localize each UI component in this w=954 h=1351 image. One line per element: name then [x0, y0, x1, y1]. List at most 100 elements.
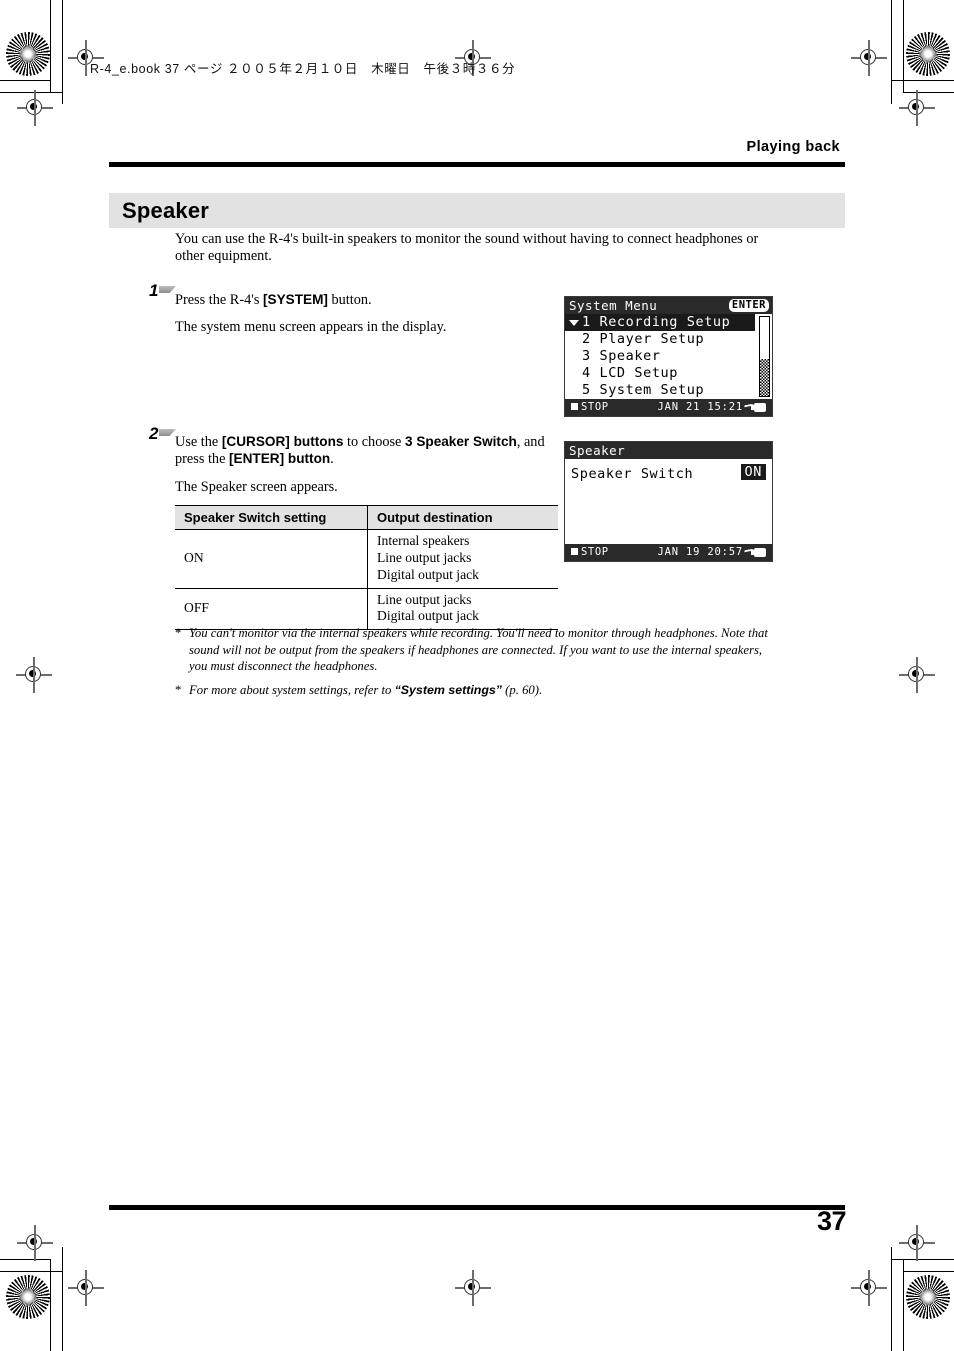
note-asterisk-icon: *	[175, 682, 182, 697]
color-target-bottom-right	[906, 1275, 950, 1319]
step-1-number: 1	[149, 281, 176, 301]
lcd-menu-item-1-num: 1	[582, 314, 591, 330]
table-cell-setting-on: ON	[175, 529, 368, 589]
crop-mark-tl-v2	[62, 0, 63, 104]
table-header-row: Speaker Switch setting Output destinatio…	[175, 505, 558, 530]
lcd-menu-item-4-label: LCD Setup	[599, 365, 679, 381]
lcd-menu-item-5-label: System Setup	[599, 382, 705, 398]
lcd-menu-item-5-num: 5	[582, 382, 591, 398]
step-1-text-a: Press the R-4's	[175, 292, 263, 308]
lcd-speaker-title: Speaker	[569, 443, 626, 458]
table-row: ON Internal speakers Line output jacks D…	[175, 529, 558, 589]
cursor-buttons-label: [CURSOR] buttons	[221, 434, 344, 449]
lcd-power-plug-icon	[744, 546, 769, 560]
lcd-menu-item-5[interactable]: 5 System Setup	[565, 382, 772, 399]
crop-mark-bl-v2	[62, 1247, 63, 1351]
table-cell-output-off: Line output jacks Digital output jack	[367, 588, 558, 631]
lcd-speaker-date: JAN 19	[657, 546, 701, 558]
lcd-speaker-screen: Speaker Speaker Switch ON STOP JAN 19 20…	[564, 441, 773, 562]
lcd-speaker-time: 20:57	[707, 546, 743, 558]
crop-mark-br-v1	[891, 1247, 892, 1351]
step-2-text-c: to choose	[343, 434, 405, 450]
note-asterisk-icon: *	[175, 626, 182, 640]
note-2-suffix: (p. 60).	[502, 682, 543, 697]
registration-mark-bl	[68, 1270, 104, 1306]
step-2-flag	[159, 429, 176, 436]
system-button-label: [SYSTEM]	[262, 292, 328, 307]
header-rule	[109, 162, 845, 167]
lcd-transport-status: STOP	[571, 399, 609, 416]
step-2-digit: 2	[149, 424, 159, 443]
page-number: 37	[816, 1206, 847, 1236]
lcd-menu-item-3[interactable]: 3 Speaker	[565, 348, 772, 365]
step-1-digit: 1	[149, 281, 159, 300]
registration-mark-bl-upper	[17, 1225, 53, 1261]
lcd-system-menu-list: 1 Recording Setup 2 Player Setup 3 Speak…	[565, 314, 772, 399]
lcd-system-menu-statusbar: STOP JAN 21 15:21	[565, 399, 772, 416]
registration-mark-tr-lower	[899, 90, 935, 126]
registration-mark-br	[851, 1270, 887, 1306]
step-1-line-1: Press the R-4's [SYSTEM] button.	[175, 292, 550, 309]
book-file-stamp: R-4_e.book 37 ページ ２００５年２月１０日 木曜日 午後３時３６分	[90, 62, 516, 76]
step-2-line-2: The Speaker screen appears.	[175, 478, 338, 495]
lcd-speaker-titlebar: Speaker	[565, 442, 772, 459]
lcd-speaker-transport-label: STOP	[581, 546, 609, 558]
registration-mark-tr	[851, 40, 887, 76]
lcd-speaker-switch-row[interactable]: Speaker Switch ON	[565, 459, 772, 487]
notes-block: * You can't monitor via the internal spe…	[175, 625, 780, 705]
lcd-datetime: JAN 21 15:21	[658, 399, 743, 416]
crop-mark-tr-v2	[903, 0, 904, 92]
output-line: Digital output jack	[377, 566, 479, 582]
note-item-1: * You can't monitor via the internal spe…	[175, 625, 780, 675]
step-1-text-c: button.	[327, 292, 372, 308]
speaker-switch-table: Speaker Switch setting Output destinatio…	[175, 505, 558, 631]
step-2-number: 2	[149, 424, 176, 444]
crop-mark-tr-v1	[891, 0, 892, 104]
footer-rule	[109, 1205, 845, 1210]
table-header-output: Output destination	[367, 505, 558, 530]
lcd-system-menu-titlebar: System Menu ENTER	[565, 297, 772, 314]
lcd-speaker-transport-status: STOP	[571, 544, 609, 561]
lcd-power-plug-icon	[744, 401, 769, 415]
crop-mark-br-h2	[903, 1271, 954, 1272]
intro-paragraph: You can use the R-4's built-in speakers …	[175, 231, 759, 265]
crop-mark-tl-h1	[0, 80, 50, 81]
note-2-prefix: For more about system settings, refer to	[189, 682, 395, 697]
lcd-scrollbar-thumb[interactable]	[760, 317, 769, 359]
lcd-speaker-switch-label: Speaker Switch	[571, 466, 694, 482]
note-item-2: * For more about system settings, refer …	[175, 682, 780, 699]
speaker-switch-menu-label: 3 Speaker Switch	[404, 434, 517, 449]
registration-mark-mid-right	[899, 657, 935, 693]
step-2-text-a: Use the	[175, 434, 222, 450]
lcd-date: JAN 21	[657, 401, 701, 413]
lcd-menu-item-3-num: 3	[582, 348, 591, 364]
table-cell-output-on: Internal speakers Line output jacks Digi…	[367, 529, 558, 589]
lcd-speaker-statusbar: STOP JAN 19 20:57	[565, 544, 772, 561]
system-settings-reference[interactable]: “System settings”	[395, 683, 502, 697]
lcd-menu-item-4-num: 4	[582, 365, 591, 381]
registration-mark-mid-left	[16, 657, 52, 693]
lcd-menu-item-2-label: Player Setup	[599, 331, 705, 347]
crop-mark-tl-v1	[50, 0, 51, 92]
plug-body-shape	[751, 548, 766, 557]
section-heading-bar: Speaker	[109, 193, 845, 228]
output-line: Line output jacks	[377, 591, 472, 607]
registration-mark-br-upper	[899, 1225, 935, 1261]
lcd-enter-badge[interactable]: ENTER	[728, 299, 769, 312]
lcd-menu-item-3-label: Speaker	[599, 348, 661, 364]
lcd-menu-item-1[interactable]: 1 Recording Setup	[565, 314, 755, 331]
color-target-bottom-left	[6, 1275, 50, 1319]
table-row: OFF Line output jacks Digital output jac…	[175, 588, 558, 631]
lcd-menu-item-2[interactable]: 2 Player Setup	[565, 331, 772, 348]
step-2-text-g: .	[330, 451, 334, 468]
lcd-speaker-switch-value[interactable]: ON	[740, 464, 766, 480]
lcd-menu-item-4[interactable]: 4 LCD Setup	[565, 365, 772, 382]
step-2-line-1: Use the [CURSOR] buttons to choose 3 Spe…	[175, 434, 550, 469]
output-line: Digital output jack	[377, 608, 479, 624]
lcd-scrollbar[interactable]	[759, 316, 770, 397]
lcd-speaker-body: Speaker Switch ON	[565, 459, 772, 544]
crop-mark-bl-h2	[0, 1271, 62, 1272]
table-header-setting: Speaker Switch setting	[175, 505, 368, 530]
stop-square-icon	[571, 402, 578, 410]
step-1-body: Press the R-4's [SYSTEM] button. The sys…	[175, 292, 550, 337]
